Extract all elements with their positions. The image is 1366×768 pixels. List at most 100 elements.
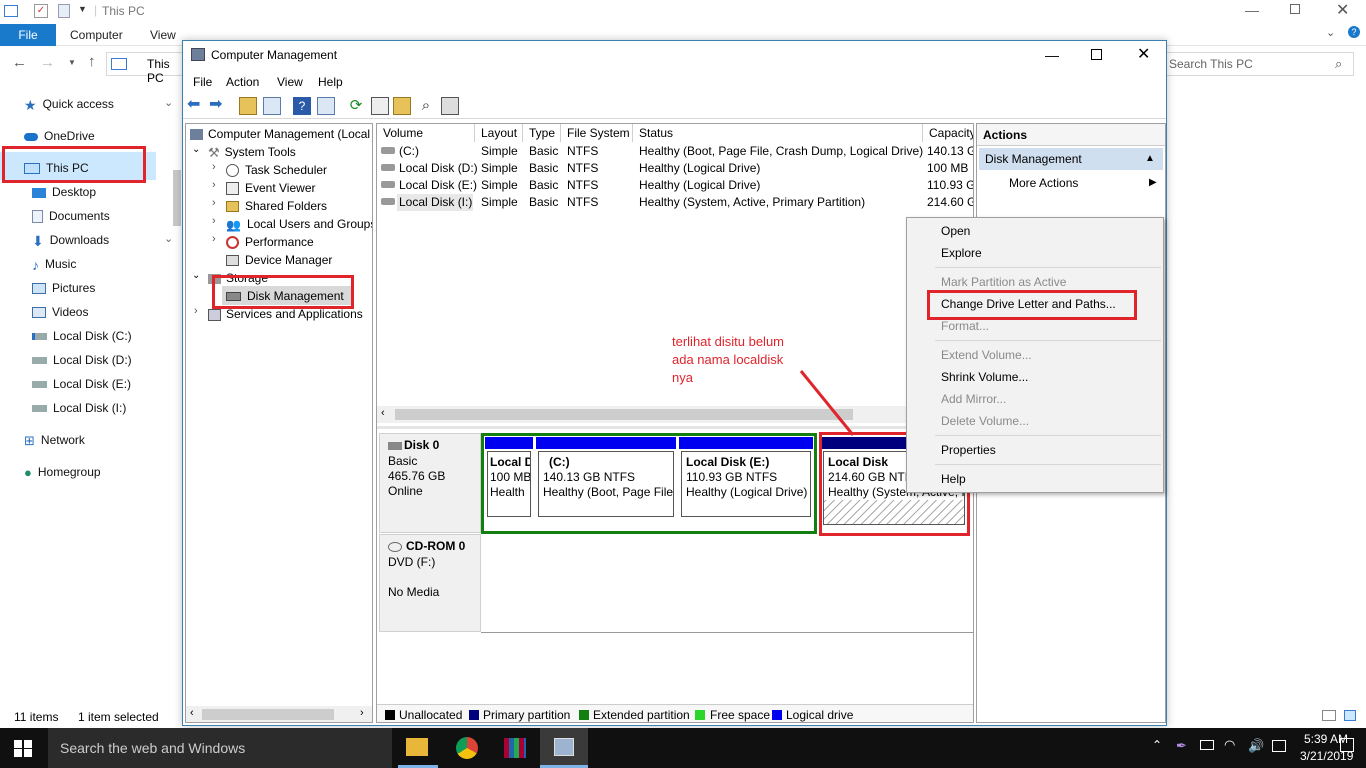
- nav-disk-d[interactable]: Local Disk (D:): [32, 348, 132, 372]
- nav-videos[interactable]: Videos: [32, 300, 88, 324]
- menu-help[interactable]: Help: [318, 71, 343, 93]
- menu-view[interactable]: View: [277, 71, 303, 93]
- chevron-right-icon[interactable]: ›: [212, 161, 216, 173]
- windows-start-icon[interactable]: [14, 740, 32, 757]
- keyboard-icon[interactable]: [1272, 740, 1286, 752]
- search-box[interactable]: Search This PC ⌕: [1166, 52, 1354, 76]
- tree-local-users[interactable]: 👥 Local Users and Groups: [226, 215, 372, 233]
- refresh-icon[interactable]: ⟳: [347, 97, 365, 115]
- chevron-right-icon[interactable]: ›: [194, 305, 198, 317]
- scroll-left-icon[interactable]: ‹: [381, 407, 385, 419]
- tree-device-manager[interactable]: Device Manager: [226, 251, 332, 269]
- ctx-properties[interactable]: Properties: [941, 440, 996, 460]
- scrollbar-thumb[interactable]: [395, 409, 853, 420]
- tree-event-viewer[interactable]: Event Viewer: [226, 179, 315, 197]
- minimize-icon[interactable]: —: [1045, 41, 1059, 69]
- tab-file[interactable]: File: [0, 24, 56, 46]
- ctx-shrink[interactable]: Shrink Volume...: [941, 367, 1028, 387]
- forward-arrow-icon[interactable]: →: [40, 54, 55, 71]
- pen-icon[interactable]: ✒: [1176, 738, 1187, 754]
- notification-icon[interactable]: [1340, 738, 1354, 752]
- maximize-icon[interactable]: [1091, 49, 1102, 60]
- up-folder-icon[interactable]: [239, 97, 257, 115]
- chevron-right-icon[interactable]: ›: [212, 197, 216, 209]
- up-arrow-icon[interactable]: ↑: [88, 53, 96, 70]
- more-actions-item[interactable]: More Actions ▶: [979, 172, 1163, 194]
- show-hidden-icons-icon[interactable]: ⌃: [1152, 738, 1162, 752]
- nav-quick-access[interactable]: ★ Quick access: [24, 92, 114, 116]
- settings-icon[interactable]: [441, 97, 459, 115]
- nav-homegroup[interactable]: ● Homegroup: [24, 460, 101, 484]
- properties-icon[interactable]: ✓: [34, 4, 48, 18]
- scroll-right-icon[interactable]: ›: [360, 707, 364, 719]
- expand-arrow-icon[interactable]: ⌄: [192, 144, 200, 155]
- scroll-left-icon[interactable]: ‹: [190, 707, 194, 719]
- tree-root[interactable]: Computer Management (Local: [190, 125, 370, 143]
- chevron-right-icon[interactable]: ›: [212, 179, 216, 191]
- volume-list-hscrollbar[interactable]: ‹: [377, 406, 973, 423]
- nav-onedrive[interactable]: OneDrive: [24, 124, 95, 148]
- ctx-delete[interactable]: Delete Volume...: [941, 411, 1029, 431]
- col-status[interactable]: Status: [633, 124, 923, 142]
- col-file-system[interactable]: File System: [561, 124, 633, 142]
- table-row[interactable]: Local Disk (D:) Simple Basic NTFS Health…: [377, 160, 973, 177]
- col-capacity[interactable]: Capacity: [923, 124, 973, 142]
- minimize-icon[interactable]: —: [1245, 2, 1259, 18]
- ctx-mark-active[interactable]: Mark Partition as Active: [941, 272, 1066, 292]
- back-arrow-icon[interactable]: ⬅: [187, 97, 205, 115]
- partition-c[interactable]: (C:) 140.13 GB NTFS Healthy (Boot, Page …: [536, 437, 676, 531]
- chevron-down-icon[interactable]: ⌄: [164, 96, 173, 109]
- scrollbar-thumb[interactable]: [202, 709, 334, 720]
- show-hide-tree-icon[interactable]: [263, 97, 281, 115]
- close-icon[interactable]: ✕: [1137, 41, 1150, 69]
- cdrom-info[interactable]: CD-ROM 0 DVD (F:) No Media: [379, 534, 481, 632]
- nav-network[interactable]: ⊞ Network: [24, 428, 85, 452]
- nav-disk-e[interactable]: Local Disk (E:): [32, 372, 131, 396]
- partition-e[interactable]: Local Disk (E:) 110.93 GB NTFS Healthy (…: [679, 437, 813, 531]
- recent-dropdown-icon[interactable]: ▼: [68, 58, 76, 67]
- nav-disk-i[interactable]: Local Disk (I:): [32, 396, 126, 420]
- expand-arrow-icon[interactable]: ⌄: [192, 270, 200, 281]
- restore-icon[interactable]: [1290, 4, 1300, 14]
- tree-performance[interactable]: Performance: [226, 233, 314, 251]
- chevron-right-icon[interactable]: ›: [212, 215, 216, 227]
- ctx-extend[interactable]: Extend Volume...: [941, 345, 1032, 365]
- nav-disk-c[interactable]: Local Disk (C:): [32, 324, 132, 348]
- show-action-pane-icon[interactable]: [317, 97, 335, 115]
- ctx-add-mirror[interactable]: Add Mirror...: [941, 389, 1006, 409]
- tab-computer[interactable]: Computer: [58, 24, 135, 46]
- table-row[interactable]: Local Disk (I:) Simple Basic NTFS Health…: [377, 194, 973, 211]
- ctx-help[interactable]: Help: [941, 469, 966, 489]
- menu-file[interactable]: File: [193, 71, 212, 93]
- wifi-icon[interactable]: ◠: [1224, 737, 1235, 753]
- help-icon[interactable]: ?: [1348, 26, 1360, 38]
- properties-icon[interactable]: [371, 97, 389, 115]
- pane-splitter[interactable]: [377, 426, 973, 429]
- nav-scrollbar-thumb[interactable]: [173, 170, 181, 226]
- ctx-open[interactable]: Open: [941, 221, 970, 241]
- table-row[interactable]: Local Disk (E:) Simple Basic NTFS Health…: [377, 177, 973, 194]
- search-icon[interactable]: ⌕: [417, 97, 435, 115]
- close-icon[interactable]: ✕: [1336, 0, 1349, 20]
- winrar-icon[interactable]: [504, 738, 526, 758]
- tab-view[interactable]: View: [138, 24, 188, 46]
- details-view-icon[interactable]: [1322, 710, 1336, 721]
- partition-d[interactable]: Local D 100 MB Health: [485, 437, 533, 531]
- tree-system-tools[interactable]: ⚒ System Tools: [208, 143, 296, 161]
- volume-icon[interactable]: 🔊: [1248, 738, 1264, 754]
- menu-action[interactable]: Action: [226, 71, 259, 93]
- open-folder-icon[interactable]: [393, 97, 411, 115]
- taskbar-search[interactable]: Search the web and Windows: [48, 728, 392, 768]
- col-layout[interactable]: Layout: [475, 124, 523, 142]
- help-icon[interactable]: ?: [293, 97, 311, 115]
- nav-music[interactable]: ♪ Music: [32, 252, 76, 276]
- large-icons-view-icon[interactable]: [1344, 710, 1356, 721]
- col-volume[interactable]: Volume: [377, 124, 475, 142]
- nav-pictures[interactable]: Pictures: [32, 276, 95, 300]
- tree-shared-folders[interactable]: Shared Folders: [226, 197, 327, 215]
- nav-desktop[interactable]: Desktop: [32, 180, 96, 204]
- disk0-info[interactable]: Disk 0 Basic 465.76 GB Online: [379, 433, 481, 533]
- ctx-explore[interactable]: Explore: [941, 243, 982, 263]
- collapse-icon[interactable]: ▲: [1145, 148, 1155, 170]
- col-type[interactable]: Type: [523, 124, 561, 142]
